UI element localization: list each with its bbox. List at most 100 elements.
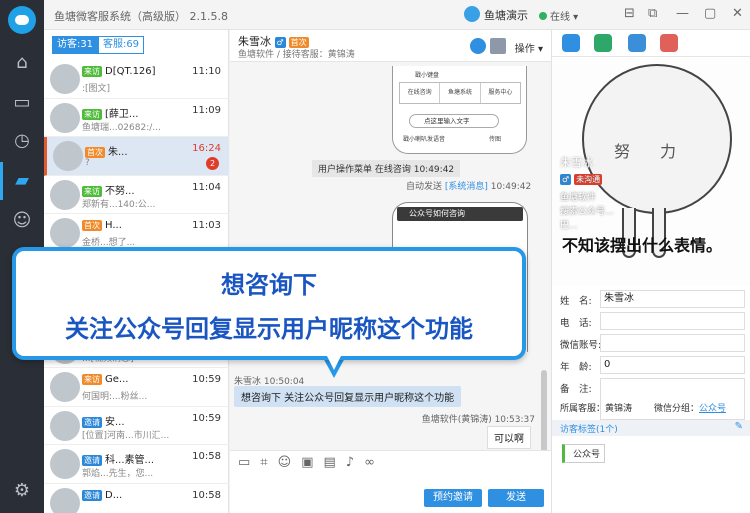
- message-icon[interactable]: ▭: [10, 92, 34, 114]
- emoji-icon[interactable]: ☺: [278, 455, 302, 470]
- current-user[interactable]: 鱼塘演示: [484, 7, 528, 23]
- template-icon[interactable]: ▤: [323, 455, 345, 470]
- phone-input: 点这里输入文字: [409, 114, 499, 128]
- phone-caption-top: 戳小键盘: [415, 72, 440, 79]
- app-title: 鱼塘微客服系统（高级版） 2.1.5.8: [54, 10, 228, 23]
- phone-menu-item: 在线咨询: [400, 83, 441, 103]
- list-item-preview: 鱼塘瑞...02682:/...: [82, 122, 161, 133]
- visitor-tag[interactable]: 公众号: [562, 444, 606, 463]
- list-item[interactable]: 邀请 科...素管... 郭焰...先生，您... 10:58: [44, 445, 229, 484]
- user-avatar-icon: [464, 6, 480, 22]
- avatar: [50, 218, 80, 248]
- list-item-time: 11:09: [192, 104, 221, 116]
- compose-area[interactable]: ▭⌗☺▣▤♪∞ 预约邀请 发送: [230, 450, 551, 513]
- list-item-name-text: 朱...: [108, 147, 128, 158]
- name-field[interactable]: 朱雪冰: [600, 290, 745, 308]
- list-item-time: 10:59: [192, 412, 221, 424]
- list-item-name: 邀请 D...: [82, 489, 123, 501]
- list-item-preview: 郑新有...140:公...: [82, 199, 156, 210]
- status-badge: 来访: [82, 185, 102, 197]
- pin-icon[interactable]: ⊟: [624, 6, 635, 21]
- search-tab-icon[interactable]: [660, 34, 678, 52]
- edit-tags-icon[interactable]: ✎: [735, 421, 743, 432]
- age-field[interactable]: 0: [600, 356, 745, 374]
- edit-icon[interactable]: [490, 38, 506, 54]
- list-item[interactable]: 来访 不努... 郑新有...140:公... 11:04: [44, 176, 229, 214]
- maximize-icon[interactable]: ▢: [704, 6, 716, 21]
- crop-icon[interactable]: ⌗: [260, 455, 277, 470]
- chat-tab-icon[interactable]: [562, 34, 580, 52]
- list-item-name-text: D[QT.126]: [105, 66, 156, 77]
- tab-agents[interactable]: 客服:69: [98, 36, 144, 54]
- list-item-preview: ?: [85, 158, 90, 168]
- wechat-field[interactable]: [600, 334, 745, 352]
- online-status-label: 在线: [550, 12, 570, 23]
- list-item[interactable]: 邀请 安... [位置]河南...市川汇... 10:59: [44, 407, 229, 445]
- contacts-icon[interactable]: ☺: [10, 210, 34, 232]
- meme-image: [582, 64, 732, 214]
- tags-title: 访客标签(1个): [560, 425, 618, 435]
- close-icon[interactable]: ✕: [732, 6, 743, 21]
- online-status[interactable]: 在线 ▾: [539, 8, 578, 23]
- invite-button[interactable]: 预约邀请: [424, 489, 482, 507]
- list-item-name: 来访 D[QT.126]: [82, 66, 156, 77]
- home-icon[interactable]: ⌂: [10, 52, 34, 74]
- meme-caption: 不知该摆出什么表情。: [562, 236, 723, 255]
- mail-tab-icon[interactable]: [628, 34, 646, 52]
- list-item-time: 10:58: [192, 451, 221, 462]
- list-item-name-text: H...: [105, 220, 122, 231]
- list-item-name-text: 科...素管...: [105, 455, 155, 466]
- operations-menu[interactable]: 操作 ▾: [515, 40, 543, 55]
- field-age: 年 龄: 0: [552, 354, 750, 376]
- unread-count-badge: 2: [206, 157, 219, 170]
- list-item-name-text: D...: [105, 489, 123, 501]
- mic-icon[interactable]: ♪: [346, 455, 364, 470]
- chat-scrollbar[interactable]: [541, 370, 547, 460]
- chat-contact-sub: 鱼塘软件 / 接待客服：黄锦涛: [238, 50, 355, 60]
- phone-menu-image: 戳小键盘 在线咨询 鱼塘系统 服务中心 点这里输入文字 戳小喇叭发语音 传图: [392, 66, 527, 154]
- system-message-link[interactable]: [系统消息]: [445, 182, 488, 192]
- list-item-name-text: [薛卫...: [105, 108, 139, 120]
- list-item-preview: 何国明:...粉丝...: [82, 392, 148, 402]
- list-item-name-text: Ge...: [105, 374, 129, 385]
- status-badge: 来访: [82, 66, 102, 77]
- callout-line-1: 想咨询下: [221, 271, 317, 299]
- list-item[interactable]: 首次 朱...? 16:24 2: [44, 137, 229, 176]
- list-item[interactable]: 来访 [薛卫... 鱼塘瑞...02682:/... 11:09: [44, 99, 229, 137]
- send-button[interactable]: 发送: [488, 489, 544, 507]
- list-item[interactable]: 来访 D[QT.126]:[图文] 11:10: [44, 60, 229, 99]
- minimize-icon[interactable]: —: [676, 6, 689, 21]
- group-link[interactable]: 公众号: [699, 404, 726, 414]
- avatar: [50, 410, 80, 441]
- profile-icon[interactable]: [470, 38, 486, 54]
- callout-tail-inner: [326, 354, 342, 370]
- settings-icon[interactable]: ⚙: [10, 480, 34, 502]
- contact-card-tab-icon[interactable]: [594, 34, 612, 52]
- list-item-time: 11:04: [192, 181, 221, 193]
- list-item[interactable]: 来访 Ge... 何国明:...粉丝... 10:59: [44, 368, 229, 407]
- phone-menu-bar: 在线咨询 鱼塘系统 服务中心: [399, 82, 521, 104]
- title-bar: 鱼塘微客服系统（高级版） 2.1.5.8 鱼塘演示 在线 ▾ ⊟ ⧉ — ▢ ✕: [44, 0, 750, 30]
- list-item-name: 邀请 科...素管...: [82, 451, 154, 466]
- tab-visitors[interactable]: 访客:31: [52, 36, 98, 54]
- link-icon[interactable]: ∞: [364, 455, 385, 470]
- reply-sender: 鱼塘软件(黄锦涛) 10:53:37: [421, 415, 535, 425]
- list-item-name: 来访 [薛卫...: [82, 105, 138, 120]
- restore-icon[interactable]: ⧉: [648, 6, 657, 21]
- list-item-time: 11:03: [192, 220, 221, 231]
- info-tabs: [552, 30, 750, 57]
- list-item-time: 16:24: [192, 143, 221, 154]
- folder-icon[interactable]: ▭: [238, 455, 260, 470]
- list-item[interactable]: 邀请 D... 10:58: [44, 484, 229, 513]
- list-item-preview: 郭焰...先生，您...: [82, 469, 154, 479]
- list-item-name-text: 安...: [105, 416, 125, 428]
- outgoing-message: 可以啊: [487, 426, 531, 449]
- list-item-name: 来访 Ge...: [82, 374, 128, 385]
- image-icon[interactable]: ▣: [301, 455, 323, 470]
- phone-field[interactable]: [600, 312, 745, 330]
- chat-icon[interactable]: ▰: [0, 162, 34, 200]
- clock-icon[interactable]: ◷: [10, 130, 34, 152]
- callout-line-2: 关注公众号回复显示用户昵称这个功能: [65, 315, 473, 343]
- incoming-message: 想咨询下 关注公众号回复显示用户昵称这个功能: [234, 386, 462, 407]
- list-item-time: 10:58: [192, 489, 221, 501]
